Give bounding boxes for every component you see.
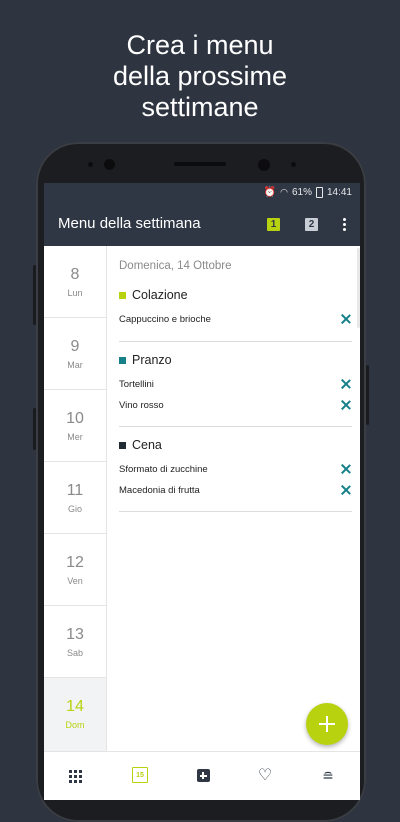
sensor-dot-icon <box>291 162 296 167</box>
week-2-button[interactable]: 2 <box>305 218 318 231</box>
meal-color-marker <box>119 441 126 449</box>
dish-name: Cappuccino e brioche <box>119 313 211 325</box>
day-number: 8 <box>70 266 80 283</box>
day-weekday: Mer <box>67 432 83 442</box>
add-dish-button[interactable] <box>306 703 348 745</box>
nav-item-add[interactable] <box>192 766 214 786</box>
divider <box>119 341 352 342</box>
list-item[interactable]: Macedonia di frutta <box>119 480 352 500</box>
day-number: 12 <box>66 554 84 571</box>
phone-volume-button <box>33 265 36 325</box>
more-options-icon[interactable] <box>336 216 352 234</box>
app-bar: Menu della settimana 1 2 <box>44 202 360 246</box>
app-title: Menu della settimana <box>58 215 201 232</box>
day-item-mon[interactable]: 8 Lun <box>44 246 106 318</box>
day-number: 11 <box>66 482 84 499</box>
sensor-dot-icon <box>88 162 93 167</box>
delete-icon[interactable] <box>340 399 352 411</box>
scrollbar[interactable] <box>357 248 360 328</box>
list-item[interactable]: Sformato di zucchine <box>119 459 352 479</box>
day-weekday: Gio <box>67 504 82 514</box>
day-weekday: Ven <box>67 576 83 586</box>
dish-name: Vino rosso <box>119 399 164 411</box>
day-weekday: Sab <box>66 648 83 658</box>
wifi-icon: ◠ <box>280 187 288 197</box>
delete-icon[interactable] <box>340 378 352 390</box>
day-item-wed[interactable]: 10 Mer <box>44 390 106 462</box>
meal-color-marker <box>119 356 126 364</box>
day-selector: 8 Lun 9 Mar 10 Mer 11 Gio 12 Ven 13 Sab … <box>44 246 107 751</box>
meal-header: Pranzo <box>119 352 352 368</box>
day-number: 13 <box>66 626 84 643</box>
divider <box>119 511 352 512</box>
meal-section-dinner: Cena Sformato di zucchine Macedonia di f… <box>119 437 352 500</box>
nav-item-favorites[interactable]: ♡ <box>254 766 276 786</box>
promo-headline: Crea i menu della prossime settimane <box>0 30 400 123</box>
grid-icon <box>68 770 82 783</box>
divider <box>119 426 352 427</box>
list-item[interactable]: Cappuccino e brioche <box>119 309 352 329</box>
nav-item-weekly-menu[interactable]: 15 <box>129 766 151 786</box>
list-item[interactable]: Vino rosso <box>119 395 352 415</box>
front-camera-icon <box>104 159 115 170</box>
alarm-icon: ⏰ <box>263 187 277 198</box>
delete-icon[interactable] <box>340 484 352 496</box>
delete-icon[interactable] <box>340 313 352 325</box>
bottom-navigation: 15 ♡ ≘ <box>44 751 360 800</box>
day-weekday: Dom <box>65 720 85 730</box>
day-number: 9 <box>70 338 80 355</box>
day-number: 10 <box>66 410 84 427</box>
status-bar: ⏰ ◠ 61% 14:41 <box>44 183 360 202</box>
meal-section-lunch: Pranzo Tortellini Vino rosso <box>119 352 352 415</box>
clock-time: 14:41 <box>326 187 352 198</box>
day-number: 14 <box>66 698 84 715</box>
meal-color-marker <box>119 291 126 299</box>
food-icon: ≘ <box>322 768 334 784</box>
delete-icon[interactable] <box>340 463 352 475</box>
day-item-fri[interactable]: 12 Ven <box>44 534 106 606</box>
selected-date: Domenica, 14 Ottobre <box>119 260 232 272</box>
battery-percent: 61% <box>291 187 312 198</box>
heart-icon: ♡ <box>257 767 273 784</box>
promo-headline-line3: settimane <box>141 92 259 122</box>
day-item-sun[interactable]: 14 Dom <box>44 678 106 751</box>
meal-name: Colazione <box>132 288 188 302</box>
dish-name: Macedonia di frutta <box>119 484 200 496</box>
meal-header: Cena <box>119 437 352 453</box>
nav-item-dishes[interactable] <box>64 766 86 786</box>
day-item-sat[interactable]: 13 Sab <box>44 606 106 678</box>
meal-name: Cena <box>132 438 162 452</box>
calendar-icon: 15 <box>132 767 148 783</box>
battery-icon <box>315 187 323 198</box>
add-box-icon <box>196 769 210 782</box>
day-weekday: Mar <box>67 360 83 370</box>
promo-headline-line1: Crea i menu <box>126 30 274 60</box>
meal-section-breakfast: Colazione Cappuccino e brioche <box>119 287 352 329</box>
dish-name: Sformato di zucchine <box>119 463 208 475</box>
promo-headline-line2: della prossime <box>112 61 288 91</box>
list-item[interactable]: Tortellini <box>119 374 352 394</box>
dish-name: Tortellini <box>119 378 154 390</box>
earpiece-speaker <box>174 162 226 166</box>
sensor-icon <box>258 159 270 171</box>
app-screen: ⏰ ◠ 61% 14:41 Menu della settimana 1 2 8… <box>44 183 360 800</box>
week-1-button[interactable]: 1 <box>267 218 280 231</box>
phone-bixby-button <box>33 408 36 450</box>
nav-item-food[interactable]: ≘ <box>317 766 339 786</box>
meal-header: Colazione <box>119 287 352 303</box>
day-weekday: Lun <box>67 288 83 298</box>
day-menu: Domenica, 14 Ottobre Colazione Cappuccin… <box>107 246 360 751</box>
meal-name: Pranzo <box>132 353 172 367</box>
day-item-thu[interactable]: 11 Gio <box>44 462 106 534</box>
phone-power-button <box>366 365 369 425</box>
day-item-tue[interactable]: 9 Mar <box>44 318 106 390</box>
